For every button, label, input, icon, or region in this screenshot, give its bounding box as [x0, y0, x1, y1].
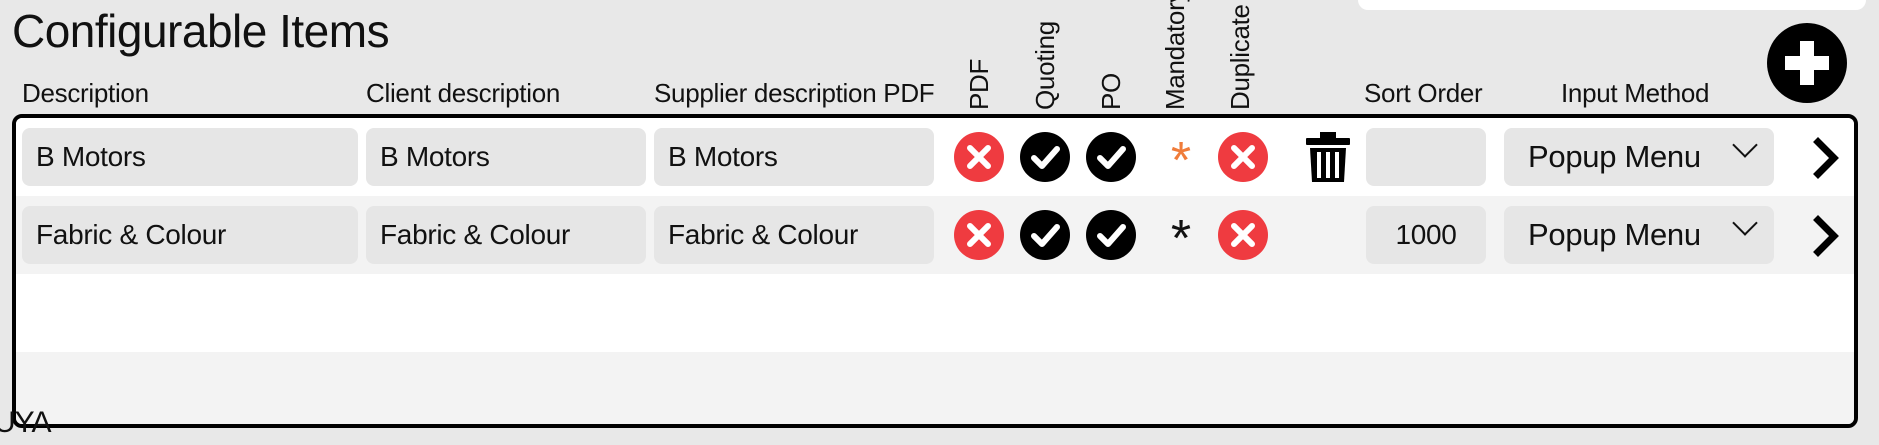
input-method-value: Popup Menu: [1528, 217, 1701, 252]
pdf-toggle[interactable]: [954, 210, 1004, 260]
check-circle-icon: [1097, 146, 1126, 169]
sort-order-field[interactable]: [1366, 128, 1486, 186]
sort-order-field[interactable]: 1000: [1366, 206, 1486, 264]
duplicate-toggle[interactable]: [1218, 132, 1268, 182]
add-item-button[interactable]: [1767, 23, 1847, 103]
open-row-button[interactable]: [1806, 214, 1846, 258]
items-table: B Motors B Motors B Motors * Popup Menu …: [12, 114, 1858, 428]
quoting-toggle[interactable]: [1020, 210, 1070, 260]
x-circle-icon: [967, 223, 991, 247]
table-row: B Motors B Motors B Motors * Popup Menu: [16, 118, 1854, 196]
po-toggle[interactable]: [1086, 132, 1136, 182]
page-title: Configurable Items: [12, 5, 390, 57]
column-header-input-method: Input Method: [1561, 78, 1710, 108]
column-header-sort-order: Sort Order: [1364, 78, 1483, 108]
mandatory-toggle[interactable]: *: [1156, 126, 1206, 196]
check-circle-icon: [1031, 224, 1060, 247]
description-field[interactable]: B Motors: [22, 128, 358, 186]
quoting-toggle[interactable]: [1020, 132, 1070, 182]
input-method-select[interactable]: Popup Menu: [1504, 206, 1774, 264]
column-header-supplier-description-pdf: Supplier description PDF: [654, 78, 935, 108]
input-method-select[interactable]: Popup Menu: [1504, 128, 1774, 186]
client-description-field[interactable]: Fabric & Colour: [366, 206, 646, 264]
pdf-toggle[interactable]: [954, 132, 1004, 182]
mandatory-toggle[interactable]: *: [1156, 204, 1206, 274]
chevron-down-icon: [1732, 210, 1758, 236]
description-field[interactable]: Fabric & Colour: [22, 206, 358, 264]
chevron-right-icon: [1813, 137, 1839, 179]
check-circle-icon: [1031, 146, 1060, 169]
delete-row-button[interactable]: [1304, 130, 1352, 184]
check-circle-icon: [1097, 224, 1126, 247]
column-header-po: PO: [1096, 73, 1126, 110]
po-toggle[interactable]: [1086, 210, 1136, 260]
client-description-field[interactable]: B Motors: [366, 128, 646, 186]
supplier-description-pdf-field[interactable]: B Motors: [654, 128, 934, 186]
supplier-description-pdf-field[interactable]: Fabric & Colour: [654, 206, 934, 264]
duplicate-toggle[interactable]: [1218, 210, 1268, 260]
footer-text: UYA: [0, 406, 51, 439]
column-header-client-description: Client description: [366, 78, 561, 108]
column-header-pdf: PDF: [964, 58, 994, 110]
top-input-field[interactable]: [1358, 0, 1866, 10]
chevron-down-icon: [1732, 132, 1758, 158]
column-header-mandatory: Mandatory: [1160, 0, 1190, 110]
x-circle-icon: [1231, 145, 1255, 169]
trash-icon: [1306, 132, 1350, 182]
column-header-description: Description: [22, 78, 149, 108]
open-row-button[interactable]: [1806, 136, 1846, 180]
x-circle-icon: [967, 145, 991, 169]
table-row-empty: [16, 352, 1854, 424]
table-row: Fabric & Colour Fabric & Colour Fabric &…: [16, 196, 1854, 274]
column-header-quoting: Quoting: [1030, 21, 1060, 110]
table-row-empty: [16, 274, 1854, 352]
x-circle-icon: [1231, 223, 1255, 247]
column-header-duplicate: Duplicate: [1225, 4, 1255, 110]
input-method-value: Popup Menu: [1528, 139, 1701, 174]
chevron-right-icon: [1813, 215, 1839, 257]
